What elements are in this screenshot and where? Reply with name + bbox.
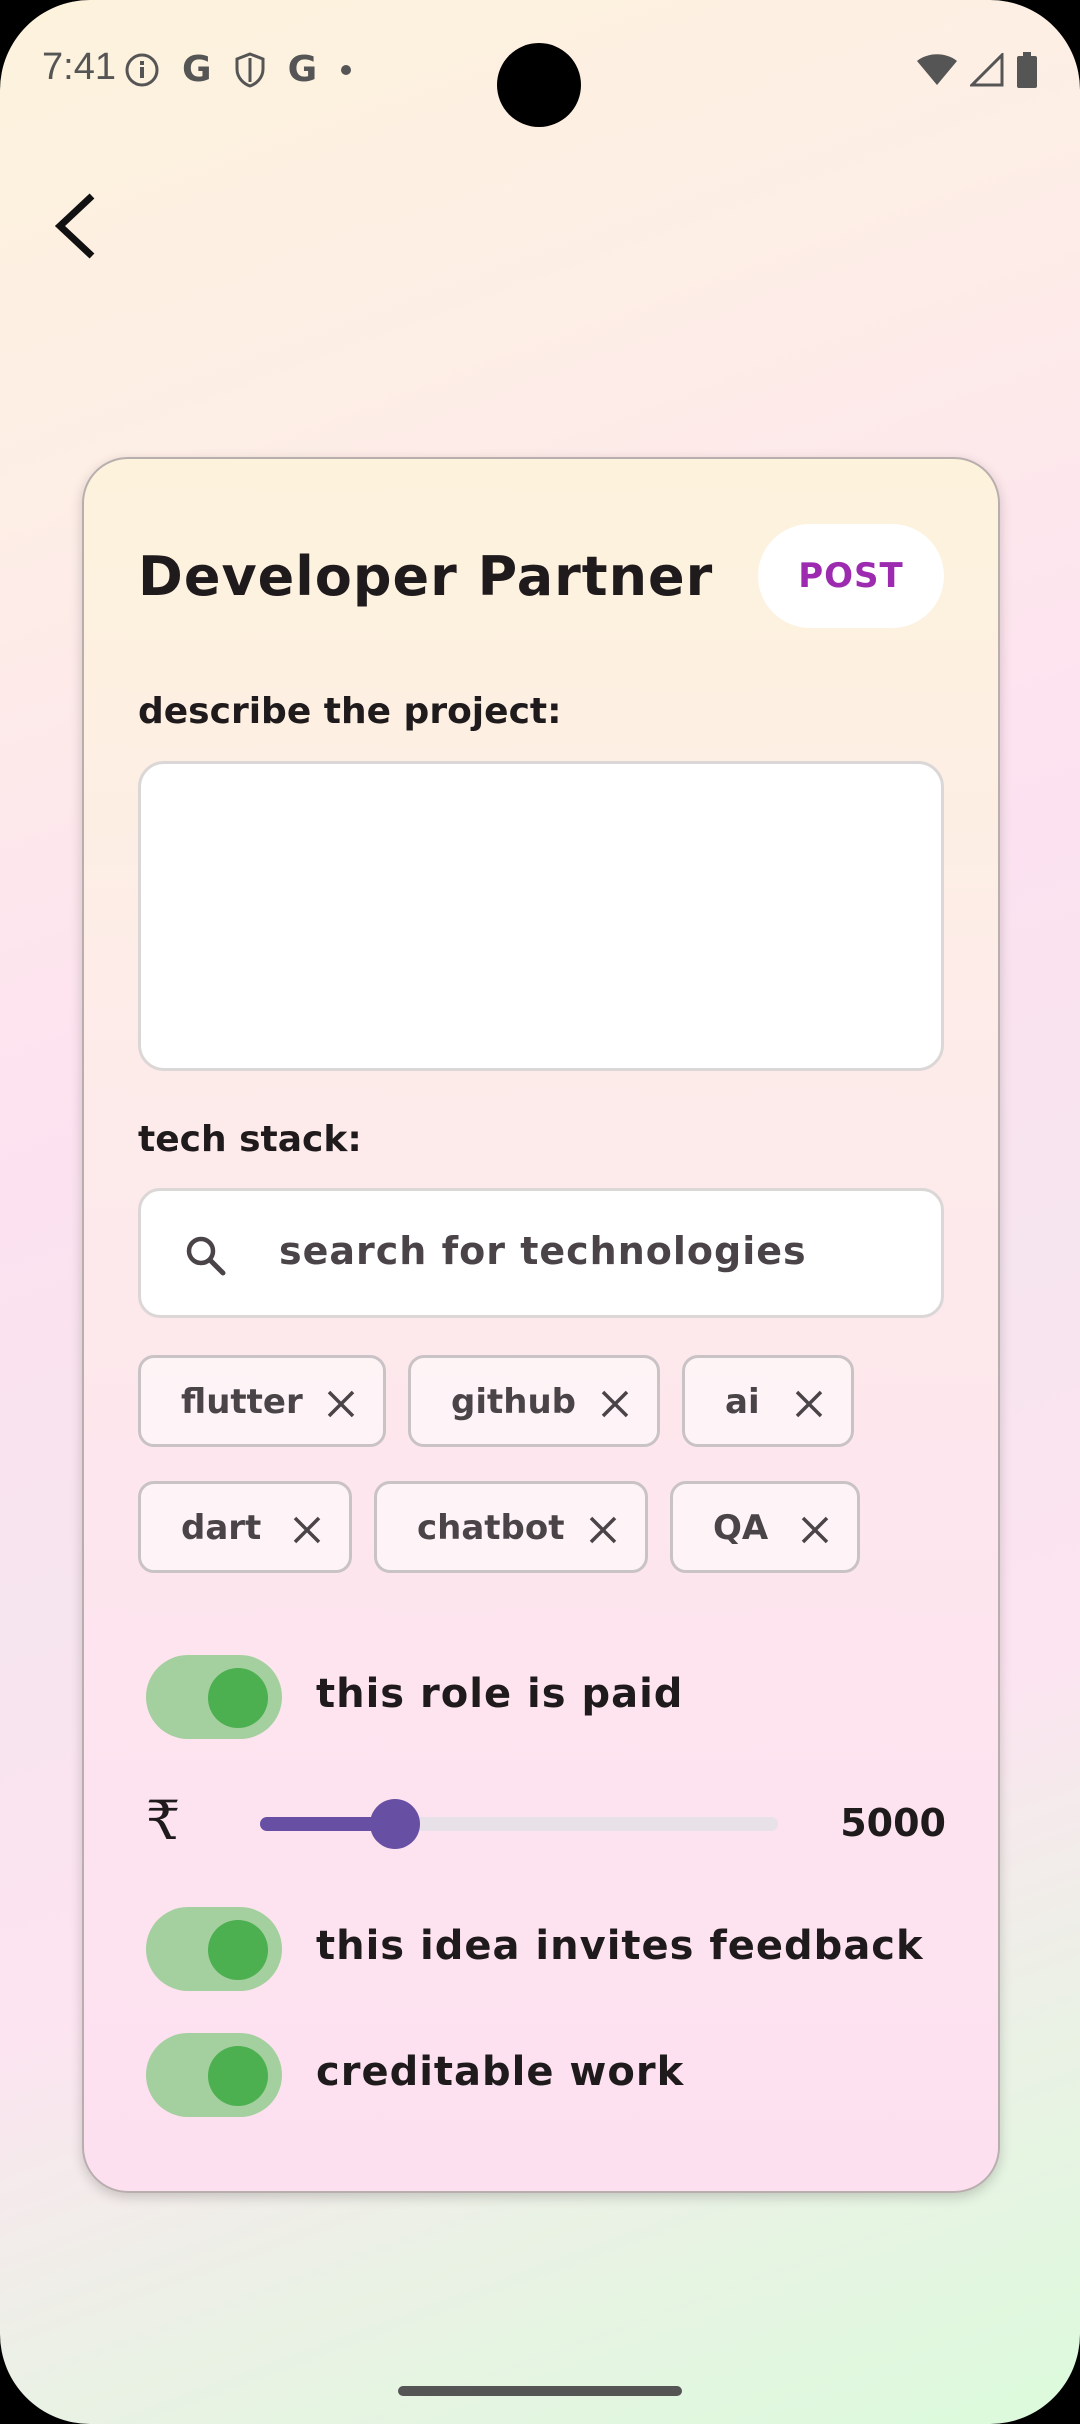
- chip-label: flutter: [181, 1382, 303, 1422]
- signal-icon: [970, 53, 1004, 87]
- toggle-knob: [208, 2046, 268, 2106]
- feedback-label: this idea invites feedback: [316, 1923, 924, 1969]
- post-button[interactable]: POST: [758, 524, 944, 628]
- search-placeholder: search for technologies: [279, 1229, 807, 1273]
- back-button[interactable]: [48, 190, 108, 262]
- battery-icon: [1017, 52, 1037, 88]
- chip-ai[interactable]: ai: [682, 1355, 854, 1447]
- search-icon: [186, 1236, 226, 1276]
- wifi-icon: [917, 54, 957, 85]
- home-indicator: [398, 2386, 682, 2396]
- shield-icon: [235, 52, 265, 88]
- chip-chatbot[interactable]: chatbot: [374, 1481, 648, 1573]
- paid-role-label: this role is paid: [316, 1671, 684, 1717]
- google-icon: G: [287, 49, 318, 90]
- toggle-knob: [208, 1668, 268, 1728]
- post-card: Developer Partner POST describe the proj…: [82, 457, 1000, 2193]
- description-input[interactable]: [138, 761, 944, 1071]
- amount-slider[interactable]: [260, 1799, 778, 1849]
- description-label: describe the project:: [138, 691, 562, 732]
- chip-dart[interactable]: dart: [138, 1481, 352, 1573]
- status-time: 7:41: [42, 46, 116, 88]
- close-icon[interactable]: [793, 1388, 825, 1420]
- chip-flutter[interactable]: flutter: [138, 1355, 386, 1447]
- status-bar: 7:41 G G: [0, 0, 1080, 140]
- tech-search-input[interactable]: search for technologies: [138, 1188, 944, 1318]
- status-icons-right: [916, 52, 1038, 88]
- chevron-left-icon: [54, 193, 95, 259]
- screen: 7:41 G G Developer Partner POST describe…: [0, 0, 1080, 2424]
- chip-label: dart: [181, 1508, 262, 1548]
- status-icons-left: G G: [124, 52, 353, 88]
- close-icon[interactable]: [599, 1388, 631, 1420]
- tech-stack-label: tech stack:: [138, 1119, 362, 1160]
- info-icon: [125, 53, 159, 87]
- google-icon: G: [182, 49, 212, 90]
- creditable-label: creditable work: [316, 2049, 685, 2095]
- chip-qa[interactable]: QA: [670, 1481, 860, 1573]
- toggle-knob: [208, 1920, 268, 1980]
- camera-cutout: [497, 43, 581, 127]
- close-icon[interactable]: [587, 1514, 619, 1546]
- close-icon[interactable]: [291, 1514, 323, 1546]
- chip-github[interactable]: github: [408, 1355, 660, 1447]
- slider-thumb[interactable]: [369, 1799, 420, 1849]
- card-title: Developer Partner: [138, 545, 714, 608]
- feedback-toggle[interactable]: [146, 1907, 282, 1991]
- chip-label: chatbot: [417, 1508, 565, 1548]
- close-icon[interactable]: [799, 1514, 831, 1546]
- chip-label: github: [451, 1382, 576, 1422]
- amount-value: 5000: [840, 1801, 946, 1845]
- dot-icon: [341, 65, 352, 75]
- close-icon[interactable]: [325, 1388, 357, 1420]
- paid-role-toggle[interactable]: [146, 1655, 282, 1739]
- rupee-icon: ₹: [146, 1789, 181, 1852]
- chip-label: ai: [725, 1382, 760, 1422]
- creditable-toggle[interactable]: [146, 2033, 282, 2117]
- chip-label: QA: [713, 1508, 769, 1548]
